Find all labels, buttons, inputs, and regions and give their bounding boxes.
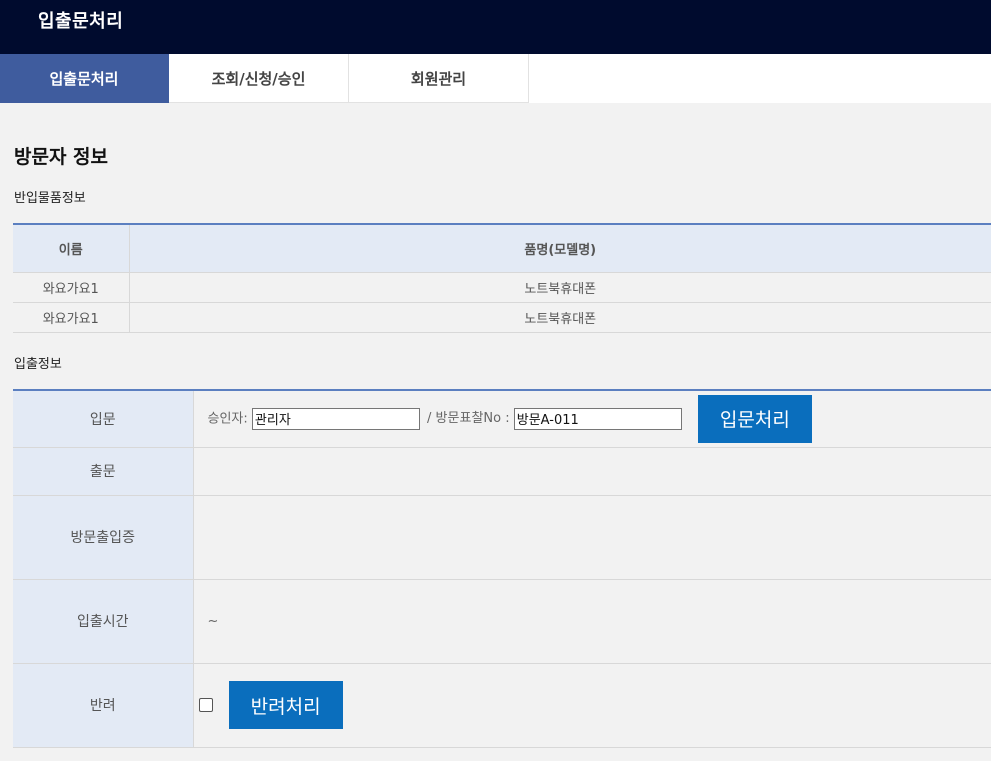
exit-label: 출문 [13,447,194,496]
table-row: 와요가요1 노트북휴대폰 [13,302,991,333]
cell-product: 노트북휴대폰 [129,272,991,303]
tab-search-request-approve[interactable]: 조회/신청/승인 [169,54,349,103]
entry-label: 입문 [13,390,194,448]
table-header-row: 이름 품명(모델명) [13,224,991,273]
tab-member-management[interactable]: 회원관리 [349,54,529,103]
reject-row: 반려 반려처리 [13,663,991,748]
top-header-bar: 입출문처리 [0,0,991,54]
tab-entry-exit[interactable]: 입출문처리 [0,54,169,103]
approver-label: 승인자: [207,411,248,427]
cell-product: 노트북휴대폰 [129,302,991,333]
exit-row: 출문 [13,447,991,496]
visit-pass-label: 방문출입증 [13,495,194,580]
visit-pass-row: 방문출입증 [13,495,991,580]
exit-cell [193,447,991,496]
badge-no-label: / 방문표찰No : [427,411,510,427]
tab-bar: 입출문처리 조회/신청/승인 회원관리 [0,54,991,103]
cell-name: 와요가요1 [13,302,130,333]
entry-cell: 승인자: / 방문표찰No : 입문처리 [193,390,991,448]
reject-checkbox[interactable] [198,698,213,712]
reject-process-button[interactable]: 반려처리 [228,681,343,729]
access-section-title: 입출정보 [14,357,62,372]
badge-no-input[interactable] [513,407,682,430]
page-title: 방문자 정보 [14,146,109,168]
entry-exit-time-row: 입출시간 ~ [13,579,991,664]
access-info-table: 입문 승인자: / 방문표찰No : 입문처리 출문 방문출입증 입출시간 ~ … [13,389,991,748]
visit-pass-cell [193,495,991,580]
entry-process-button[interactable]: 입문처리 [697,394,812,443]
entry-exit-time-label: 입출시간 [13,579,194,664]
cell-name: 와요가요1 [13,272,130,303]
entry-row: 입문 승인자: / 방문표찰No : 입문처리 [13,390,991,448]
column-header-product: 품명(모델명) [129,224,991,273]
approver-input[interactable] [251,407,420,430]
items-section-title: 반입물품정보 [14,191,86,206]
column-header-name: 이름 [13,224,130,273]
reject-cell: 반려처리 [193,663,991,748]
entry-exit-time-value: ~ [193,579,991,664]
items-table: 이름 품명(모델명) 와요가요1 노트북휴대폰 와요가요1 노트북휴대폰 [13,223,991,333]
reject-label: 반려 [13,663,194,748]
app-title: 입출문처리 [38,11,124,32]
table-row: 와요가요1 노트북휴대폰 [13,272,991,303]
